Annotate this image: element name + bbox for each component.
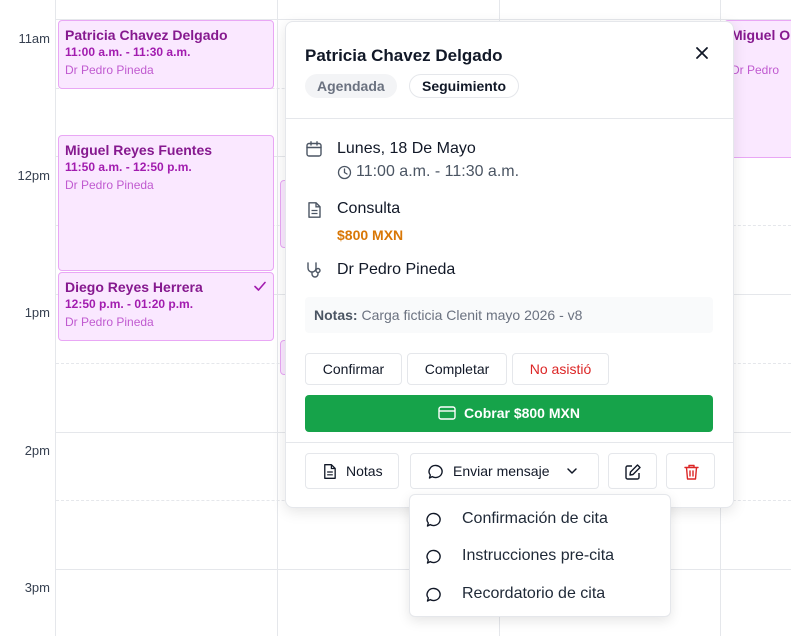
- event-doctor: Dr Pedro Pineda: [65, 178, 154, 192]
- chevron-down-icon: [567, 468, 577, 474]
- appointment-date: Lunes, 18 De Mayo: [337, 140, 476, 157]
- confirm-button[interactable]: Confirmar: [305, 353, 402, 385]
- hour-label: 11am: [18, 31, 50, 46]
- event-patient-name: Miguel O: [731, 27, 791, 43]
- pay-button[interactable]: Cobrar $800 MXN: [305, 395, 713, 432]
- status-badge: Agendada: [305, 74, 397, 98]
- event-doctor: Dr Pedro: [731, 63, 780, 77]
- send-message-dropdown[interactable]: Enviar mensaje: [410, 453, 599, 489]
- event-patient-name: Diego Reyes Herrera: [65, 279, 203, 295]
- chat-bubble-icon: [426, 549, 441, 564]
- event-patient-name: Miguel Reyes Fuentes: [65, 142, 213, 158]
- service-name: Consulta: [337, 200, 401, 217]
- menu-item-label: Instrucciones pre-cita: [462, 547, 615, 564]
- calendar-icon: [306, 141, 322, 157]
- menu-item-reminder[interactable]: Recordatorio de cita: [410, 576, 670, 612]
- popup-title: Patricia Chavez Delgado: [305, 46, 503, 65]
- divider: [286, 118, 733, 119]
- credit-card-icon: [438, 406, 456, 420]
- event-time: 11:50 a.m. - 12:50 p.m.: [65, 160, 192, 174]
- notes-button[interactable]: Notas: [305, 453, 399, 489]
- menu-item-label: Confirmación de cita: [462, 510, 608, 527]
- edit-button[interactable]: [608, 453, 657, 489]
- grid-column-divider: [277, 0, 278, 636]
- grid-column-divider: [55, 0, 56, 636]
- notes-label: Notas:: [314, 307, 358, 323]
- delete-button[interactable]: [666, 453, 715, 489]
- notes-text: Carga ficticia Clenit mayo 2026 - v8: [361, 307, 583, 323]
- event-doctor: Dr Pedro Pineda: [65, 63, 154, 77]
- send-message-menu: Confirmación de cita Instrucciones pre-c…: [409, 494, 671, 617]
- complete-button[interactable]: Completar: [407, 353, 507, 385]
- send-message-label: Enviar mensaje: [453, 463, 550, 479]
- chat-bubble-icon: [426, 587, 441, 602]
- appointment-popup: Patricia Chavez Delgado Agendada Seguimi…: [285, 21, 734, 508]
- appointment-type-badge: Seguimiento: [409, 74, 520, 98]
- stethoscope-icon: [307, 262, 321, 278]
- notes-box: Notas: Carga ficticia Clenit mayo 2026 -…: [305, 297, 713, 333]
- chat-bubble-icon: [428, 464, 443, 479]
- event-card[interactable]: Miguel Reyes Fuentes 11:50 a.m. - 12:50 …: [58, 135, 274, 271]
- no-show-button[interactable]: No asistió: [512, 353, 609, 385]
- hour-label: 3pm: [24, 580, 50, 595]
- edit-icon: [625, 464, 641, 480]
- event-time: 12:50 p.m. - 01:20 p.m.: [65, 297, 194, 311]
- trash-icon: [684, 464, 699, 480]
- document-icon: [308, 202, 321, 218]
- menu-item-confirmation[interactable]: Confirmación de cita: [410, 501, 670, 537]
- check-icon: [254, 281, 266, 291]
- chat-bubble-icon: [426, 512, 441, 527]
- appointment-time: 11:00 a.m. - 11:30 a.m.: [356, 163, 520, 180]
- hour-label: 2pm: [24, 443, 50, 458]
- hour-label: 12pm: [17, 168, 50, 183]
- hour-label: 1pm: [24, 305, 50, 320]
- notes-button-label: Notas: [346, 463, 383, 479]
- service-price: $800 MXN: [337, 227, 404, 243]
- menu-item-pre-appointment[interactable]: Instrucciones pre-cita: [410, 538, 670, 574]
- close-icon[interactable]: [693, 44, 711, 62]
- divider: [286, 442, 733, 443]
- clock-icon: [337, 165, 352, 180]
- event-time: 11:00 a.m. - 11:30 a.m.: [65, 45, 191, 59]
- doctor-name: Dr Pedro Pineda: [337, 261, 456, 278]
- document-icon: [324, 464, 336, 479]
- pay-button-label: Cobrar $800 MXN: [464, 405, 580, 421]
- event-patient-name: Patricia Chavez Delgado: [65, 27, 228, 43]
- event-card[interactable]: Miguel O Dr Pedro: [724, 20, 791, 158]
- event-card[interactable]: Diego Reyes Herrera 12:50 p.m. - 01:20 p…: [58, 272, 274, 341]
- event-doctor: Dr Pedro Pineda: [65, 315, 154, 329]
- event-card[interactable]: Patricia Chavez Delgado 11:00 a.m. - 11:…: [58, 20, 274, 89]
- menu-item-label: Recordatorio de cita: [462, 585, 606, 602]
